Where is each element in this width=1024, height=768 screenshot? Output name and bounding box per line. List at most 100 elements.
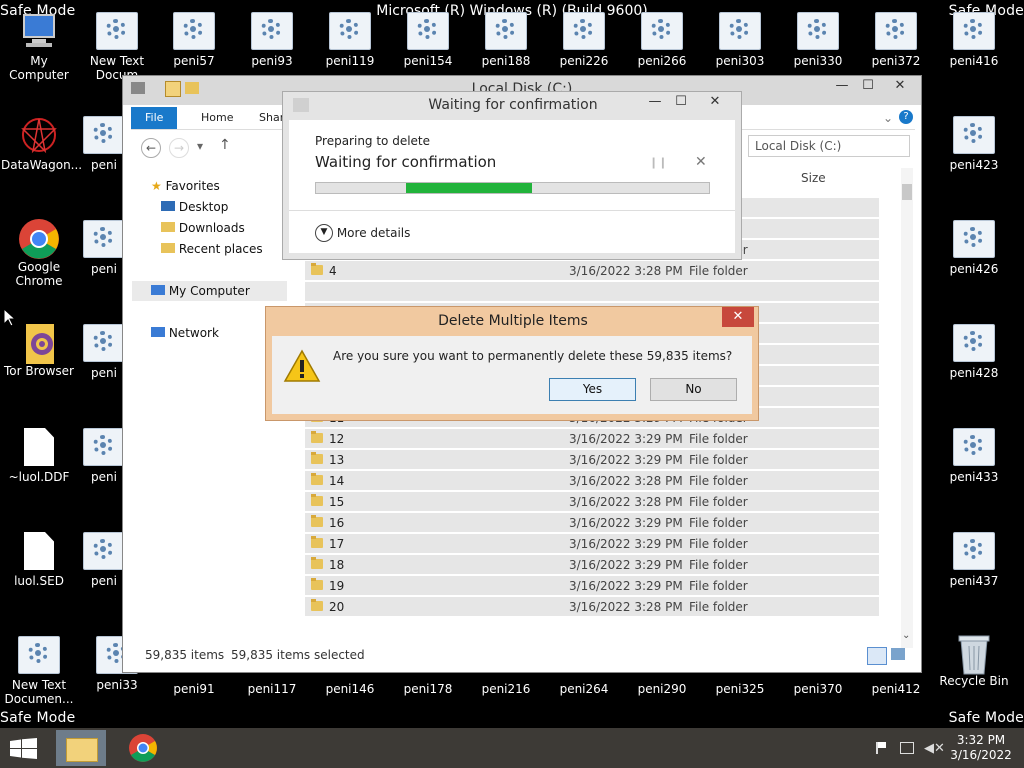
desktop-icon-luol-ddf[interactable]: ~luol.DDF [1,428,77,484]
nav-network[interactable]: Network [151,323,219,343]
app-icon [18,116,60,154]
network-status-icon[interactable] [900,742,914,754]
row-date: 3/16/2022 3:29 PM [569,432,683,446]
desktop-icon-datawagon[interactable]: DataWagon... [1,116,82,172]
recent-locations-icon[interactable]: ▾ [197,139,203,153]
desktop-icon-top-11[interactable]: peni416 [936,12,1012,68]
desktop-icon-right-2[interactable]: peni428 [936,324,1012,380]
table-row[interactable]: 4 3/16/2022 3:28 PM File folder [305,261,879,281]
progress-maximize-button[interactable]: ☐ [671,92,691,112]
windows-start-icon[interactable] [10,738,38,760]
search-input[interactable]: Local Disk (C:) [748,135,910,157]
explorer-maximize-button[interactable]: ☐ [855,76,881,96]
desktop-icon-top-6[interactable]: peni226 [546,12,622,68]
desktop-icon-bottom-1[interactable]: peni91 [156,682,232,696]
desktop-icon-right-1[interactable]: peni426 [936,220,1012,276]
table-row[interactable]: 17 3/16/2022 3:29 PM File folder [305,534,879,554]
tab-home[interactable]: Home [187,107,247,129]
progress-minimize-button[interactable]: — [645,92,665,112]
table-row[interactable]: 20 3/16/2022 3:28 PM File folder [305,597,879,617]
vertical-scrollbar[interactable]: ⌄ [901,168,913,648]
back-icon[interactable]: ← [141,138,161,158]
progress-heading: Waiting for confirmation [315,153,497,171]
nav-downloads[interactable]: Downloads [161,218,245,238]
table-row[interactable]: 16 3/16/2022 3:29 PM File folder [305,513,879,533]
desktop-icon-top-4[interactable]: peni154 [390,12,466,68]
table-row[interactable]: 18 3/16/2022 3:29 PM File folder [305,555,879,575]
delete-progress-dialog: Waiting for confirmation — ☐ ✕ Preparing… [282,91,742,260]
nav-my-computer[interactable]: My Computer [151,281,250,301]
tab-file[interactable]: File [131,107,178,129]
desktop-icon-tor-browser[interactable]: Tor Browser [1,322,77,378]
desktop-icon-right-4[interactable]: peni437 [936,532,1012,588]
taskbar-explorer-button[interactable] [56,730,106,766]
desktop-icon-top-9[interactable]: peni330 [780,12,856,68]
desktop-icon-bottom-10[interactable]: peni412 [858,682,934,696]
desktop-icon-top-2[interactable]: peni93 [234,12,310,68]
desktop-icon-right-0[interactable]: peni423 [936,116,1012,172]
nav-desktop[interactable]: Desktop [161,197,228,217]
no-button[interactable]: No [650,378,737,401]
desktop-icon-bottom-6[interactable]: peni264 [546,682,622,696]
more-details-toggle[interactable]: ▼ More details [315,224,410,242]
row-date: 3/16/2022 3:29 PM [569,453,683,467]
cancel-icon[interactable]: ✕ [695,154,707,170]
large-icons-view-icon[interactable] [891,648,905,660]
table-row[interactable]: 14 3/16/2022 3:28 PM File folder [305,471,879,491]
desktop-icon-bottom-8[interactable]: peni325 [702,682,778,696]
table-row[interactable]: 12 3/16/2022 3:29 PM File folder [305,429,879,449]
column-header-size[interactable]: Size [801,171,826,185]
folder-icon [66,738,98,762]
row-type: File folder [689,600,748,614]
network-icon [151,327,165,337]
desktop-icon-top-5[interactable]: peni188 [468,12,544,68]
taskbar-chrome-icon[interactable] [128,733,158,763]
desktop-icon-top-8[interactable]: peni303 [702,12,778,68]
up-icon[interactable]: ↑ [219,137,231,153]
row-type: File folder [689,579,748,593]
table-row[interactable] [305,282,879,302]
confirm-close-button[interactable]: ✕ [722,307,754,327]
properties-icon[interactable] [165,81,181,97]
desktop-icon-top-1[interactable]: peni57 [156,12,232,68]
nav-recent-places[interactable]: Recent places [161,239,263,259]
scroll-thumb[interactable] [902,184,912,200]
desktop-icon-recycle-bin[interactable]: Recycle Bin [936,632,1012,688]
desktop-icon-top-3[interactable]: peni119 [312,12,388,68]
gear-file-icon [329,12,371,50]
ribbon-expand-icon[interactable]: ⌄ [883,111,893,125]
desktop-icon-bottom-7[interactable]: peni290 [624,682,700,696]
progress-close-button[interactable]: ✕ [699,92,731,112]
help-icon[interactable]: ? [899,110,913,124]
table-row[interactable]: 15 3/16/2022 3:28 PM File folder [305,492,879,512]
table-row[interactable]: 13 3/16/2022 3:29 PM File folder [305,450,879,470]
scroll-down-icon[interactable]: ⌄ [902,630,910,641]
action-center-flag-icon[interactable] [876,742,888,754]
table-row[interactable]: 19 3/16/2022 3:29 PM File folder [305,576,879,596]
yes-button[interactable]: Yes [549,378,636,401]
new-folder-icon[interactable] [185,82,199,94]
nav-favorites[interactable]: ★ Favorites [151,176,220,196]
forward-icon[interactable]: → [169,138,189,158]
desktop-icon-top-7[interactable]: peni266 [624,12,700,68]
desktop-icon-bottom-2[interactable]: peni117 [234,682,310,696]
desktop-icon-luol-sed[interactable]: luol.SED [1,532,77,588]
details-view-icon[interactable] [867,647,887,665]
desktop-icon-top-10[interactable]: peni372 [858,12,934,68]
desktop-icon-bottom-9[interactable]: peni370 [780,682,856,696]
desktop-icon-google-chrome[interactable]: Google Chrome [1,218,77,288]
desktop-icon-my-computer[interactable]: My Computer [1,12,77,82]
gear-file-icon [953,532,995,570]
explorer-minimize-button[interactable]: — [829,76,855,96]
explorer-close-button[interactable]: ✕ [881,76,919,96]
desktop-icon-new-text-document[interactable]: New Text Documen... [1,636,77,706]
pause-icon[interactable]: ❙❙ [649,156,667,169]
desktop-icon-right-3[interactable]: peni433 [936,428,1012,484]
clock-time: 3:32 PM [956,733,1006,747]
desktop-icon-bottom-5[interactable]: peni216 [468,682,544,696]
volume-muted-icon[interactable]: ◀✕ [924,741,945,756]
system-clock[interactable]: 3:32 PM 3/16/2022 [946,733,1016,763]
desktop-icon-top-0[interactable]: New Text Docum [79,12,155,82]
desktop-icon-bottom-4[interactable]: peni178 [390,682,466,696]
desktop-icon-bottom-3[interactable]: peni146 [312,682,388,696]
